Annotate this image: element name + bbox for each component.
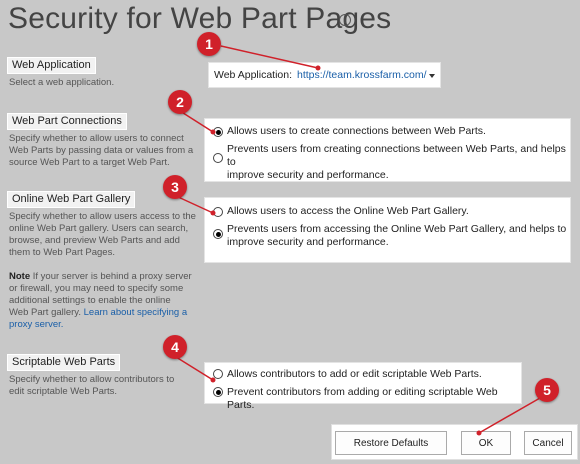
callout-badge-2: 2 — [168, 90, 192, 114]
callout-4-tip — [210, 377, 216, 383]
callout-4-arrow — [175, 356, 214, 381]
callout-badge-5: 5 — [535, 378, 559, 402]
callout-badge-4: 4 — [163, 335, 187, 359]
callout-arrows — [175, 45, 541, 436]
callout-5-arrow — [478, 397, 541, 434]
callout-2-tip — [210, 129, 216, 135]
callout-1-arrow — [220, 45, 319, 69]
callout-3-arrow — [175, 195, 214, 214]
callout-2-arrow — [179, 110, 214, 133]
callout-3-tip — [210, 210, 216, 216]
callout-1-tip — [315, 65, 321, 71]
callout-badge-3: 3 — [163, 175, 187, 199]
callout-badge-1: 1 — [197, 32, 221, 56]
callout-5-tip — [476, 430, 482, 436]
